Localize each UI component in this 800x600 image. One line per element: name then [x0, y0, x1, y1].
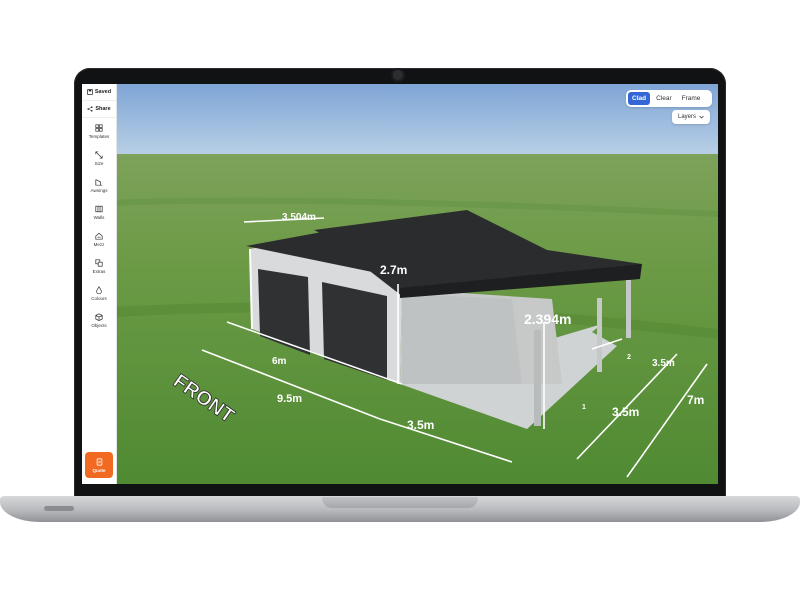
sidebar-item-label: Templates — [88, 134, 110, 139]
dim-wall-height: 2.7m — [380, 263, 407, 277]
view-mode-clad[interactable]: Clad — [628, 92, 651, 105]
sky — [82, 84, 718, 156]
view-mode-clear[interactable]: Clear — [652, 92, 676, 105]
sidebar-item-label: Mezz — [93, 242, 105, 247]
layers-dropdown[interactable]: Layers — [672, 110, 710, 124]
sidebar-item-templates[interactable]: Templates — [82, 118, 116, 145]
awning-icon — [95, 179, 103, 186]
dim-total-depth: 7m — [687, 393, 704, 407]
sidebar-item-colours[interactable]: Colours — [82, 280, 116, 307]
extras-icon — [95, 259, 103, 267]
save-icon — [87, 89, 93, 95]
dim-roof-pitch-width: 3.504m — [282, 212, 316, 223]
mezzanine-icon — [95, 232, 103, 240]
sidebar: Saved Share Templates Size Awnings Walls… — [82, 84, 117, 484]
document-icon — [96, 457, 102, 466]
saved-label: Saved — [94, 89, 112, 95]
app-screen: 3.504m 2.7m 2.394m 6m 9.5m 3.5m 3.5m 3.5… — [82, 84, 718, 484]
view-mode-frame[interactable]: Frame — [678, 92, 705, 105]
sidebar-item-label: Walls — [93, 215, 105, 220]
sidebar-item-label: Colours — [91, 296, 107, 301]
droplet-icon — [96, 286, 102, 294]
dim-awning-height: 2.394m — [524, 311, 571, 327]
dim-total-width: 9.5m — [277, 393, 302, 405]
sidebar-item-extras[interactable]: Extras — [82, 253, 116, 280]
laptop-base-notch — [322, 497, 478, 508]
bay-number-2: 2 — [627, 354, 631, 361]
sidebar-item-size[interactable]: Size — [82, 145, 116, 172]
saved-status[interactable]: Saved — [82, 84, 116, 101]
dim-awning-width: 3.5m — [407, 418, 434, 432]
sidebar-item-label: Extras — [92, 269, 106, 274]
laptop-vent — [44, 506, 74, 511]
share-label: Share — [95, 106, 111, 112]
awning-back-wall — [402, 294, 522, 384]
quote-label: Quote — [92, 467, 106, 473]
quote-button[interactable]: Quote — [85, 452, 113, 478]
walls-icon — [95, 205, 103, 213]
resize-icon — [95, 151, 103, 159]
layers-label: Layers — [677, 114, 696, 120]
dim-bay-depth-b: 3.5m — [612, 405, 639, 419]
chevron-down-icon — [699, 115, 704, 119]
awning-post — [626, 280, 631, 338]
awning-post — [534, 330, 541, 426]
cube-icon — [95, 313, 103, 321]
webcam-icon — [393, 70, 403, 80]
sidebar-item-label: Awnings — [90, 188, 108, 193]
view-mode-toggle: Clad Clear Frame — [626, 90, 712, 107]
grid-icon — [95, 124, 103, 132]
awning-post — [597, 298, 602, 372]
sidebar-item-walls[interactable]: Walls — [82, 199, 116, 226]
sidebar-item-label: Size — [94, 161, 104, 166]
sidebar-item-awnings[interactable]: Awnings — [82, 172, 116, 199]
bay-number-1: 1 — [582, 404, 586, 411]
dim-bay-depth-a: 3.5m — [652, 358, 675, 369]
sidebar-item-label: Objects — [91, 323, 107, 328]
sidebar-item-mezz[interactable]: Mezz — [82, 226, 116, 253]
shed-3d-viewport[interactable]: 3.504m 2.7m 2.394m 6m 9.5m 3.5m 3.5m 3.5… — [82, 84, 718, 484]
share-button[interactable]: Share — [82, 101, 116, 118]
dim-shed-width: 6m — [272, 356, 287, 367]
sidebar-item-objects[interactable]: Objects — [82, 307, 116, 334]
share-icon — [87, 106, 93, 112]
